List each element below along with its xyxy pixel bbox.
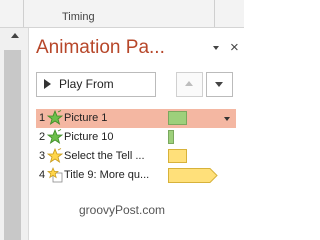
play-from-button[interactable]: Play From bbox=[36, 72, 156, 97]
play-from-label: Play From bbox=[59, 77, 114, 91]
pane-options-chevron-icon[interactable] bbox=[213, 46, 219, 50]
ribbon-strip bbox=[0, 0, 244, 28]
item-number: 3 bbox=[39, 150, 46, 162]
item-label: Select the Tell ... bbox=[64, 150, 145, 162]
move-later-button[interactable] bbox=[206, 72, 233, 97]
arrow-down-icon bbox=[215, 82, 223, 87]
emphasis-star-icon bbox=[47, 167, 63, 183]
chevron-down-icon[interactable] bbox=[224, 117, 230, 121]
emphasis-star-icon bbox=[47, 148, 63, 163]
item-number: 4 bbox=[39, 169, 46, 181]
entrance-star-icon bbox=[47, 129, 63, 144]
animation-item[interactable]: 2 Picture 10 bbox=[36, 128, 236, 147]
timeline-bar[interactable] bbox=[168, 111, 187, 125]
item-number: 2 bbox=[39, 131, 46, 143]
scroll-up-icon[interactable] bbox=[11, 33, 19, 38]
pane-title: Animation Pa... bbox=[36, 37, 165, 58]
animation-item[interactable]: 3 Select the Tell ... bbox=[36, 147, 236, 166]
animation-item[interactable]: 4 Title 9: More qu... bbox=[36, 166, 236, 185]
timeline-bar[interactable] bbox=[168, 130, 174, 144]
ribbon-group-label: Timing bbox=[62, 11, 95, 23]
arrow-up-icon bbox=[185, 81, 193, 86]
item-label: Picture 10 bbox=[64, 131, 114, 143]
ribbon-divider bbox=[23, 0, 24, 27]
ribbon-divider bbox=[214, 0, 215, 27]
close-icon[interactable]: × bbox=[230, 40, 239, 55]
item-number: 1 bbox=[39, 112, 46, 124]
watermark: groovyPost.com bbox=[78, 203, 166, 217]
move-earlier-button[interactable] bbox=[176, 72, 203, 97]
play-icon bbox=[44, 79, 51, 89]
timeline-bar[interactable] bbox=[168, 149, 187, 163]
entrance-star-icon bbox=[47, 110, 63, 125]
timeline-bar[interactable] bbox=[168, 168, 218, 183]
item-label: Picture 1 bbox=[64, 112, 108, 124]
item-label: Title 9: More qu... bbox=[64, 169, 150, 181]
animation-item[interactable]: 1 Picture 1 bbox=[36, 109, 236, 128]
